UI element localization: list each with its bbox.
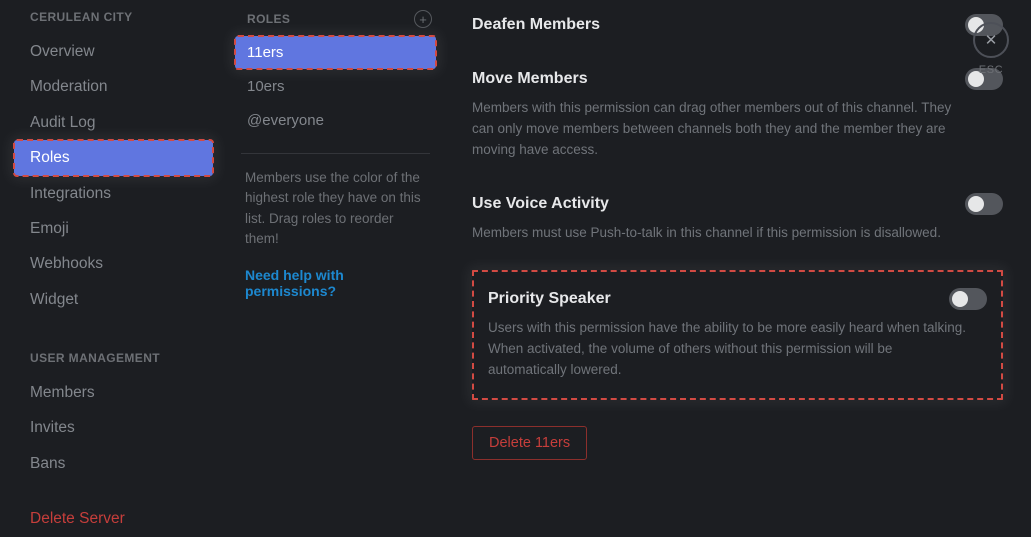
sidebar-item-roles[interactable]: Roles (14, 140, 213, 175)
plus-icon: + (419, 13, 427, 26)
permission-title: Move Members (472, 70, 588, 88)
sidebar-item-widget[interactable]: Widget (14, 282, 213, 317)
permission-title: Deafen Members (472, 16, 600, 34)
permission-title: Use Voice Activity (472, 195, 609, 213)
permission-priority-speaker: Priority Speaker Users with this permiss… (472, 270, 1003, 401)
delete-role-button[interactable]: Delete 11ers (472, 426, 587, 460)
server-settings-sidebar: CERULEAN CITY Overview Moderation Audit … (0, 0, 225, 537)
role-item-everyone[interactable]: @everyone (235, 104, 436, 137)
close-settings: ✕ ESC (973, 22, 1009, 76)
close-icon: ✕ (985, 33, 998, 48)
close-button[interactable]: ✕ (973, 22, 1009, 58)
user-management-heading: USER MANAGEMENT (30, 351, 213, 365)
esc-label: ESC (973, 64, 1009, 76)
sidebar-item-invites[interactable]: Invites (14, 410, 213, 445)
permission-deafen-members: Deafen Members (472, 0, 1003, 54)
permissions-help-link[interactable]: Need help with permissions? (235, 249, 436, 299)
sidebar-item-moderation[interactable]: Moderation (14, 69, 213, 104)
permission-move-members: Move Members Members with this permissio… (472, 54, 1003, 179)
permission-description: Users with this permission have the abil… (488, 318, 968, 381)
server-name-heading: CERULEAN CITY (30, 10, 213, 24)
roles-hint-text: Members use the color of the highest rol… (235, 168, 436, 249)
sidebar-item-members[interactable]: Members (14, 375, 213, 410)
roles-column: ROLES + 11ers 10ers @everyone Members us… (225, 0, 450, 537)
roles-heading: ROLES (247, 12, 290, 26)
delete-server-button[interactable]: Delete Server (14, 501, 213, 536)
sidebar-item-overview[interactable]: Overview (14, 34, 213, 69)
permission-title: Priority Speaker (488, 290, 611, 308)
sidebar-item-audit-log[interactable]: Audit Log (14, 105, 213, 140)
role-item-10ers[interactable]: 10ers (235, 70, 436, 103)
sidebar-item-integrations[interactable]: Integrations (14, 176, 213, 211)
permission-description: Members with this permission can drag ot… (472, 98, 952, 161)
add-role-button[interactable]: + (414, 10, 432, 28)
toggle-priority-speaker[interactable] (949, 288, 987, 310)
sidebar-item-webhooks[interactable]: Webhooks (14, 246, 213, 281)
toggle-use-voice-activity[interactable] (965, 193, 1003, 215)
role-item-11ers[interactable]: 11ers (235, 36, 436, 69)
sidebar-item-emoji[interactable]: Emoji (14, 211, 213, 246)
permissions-panel: Deafen Members Move Members Members with… (450, 0, 1031, 537)
permission-use-voice-activity: Use Voice Activity Members must use Push… (472, 179, 1003, 262)
sidebar-item-bans[interactable]: Bans (14, 446, 213, 481)
divider (241, 153, 430, 154)
permission-description: Members must use Push-to-talk in this ch… (472, 223, 952, 244)
